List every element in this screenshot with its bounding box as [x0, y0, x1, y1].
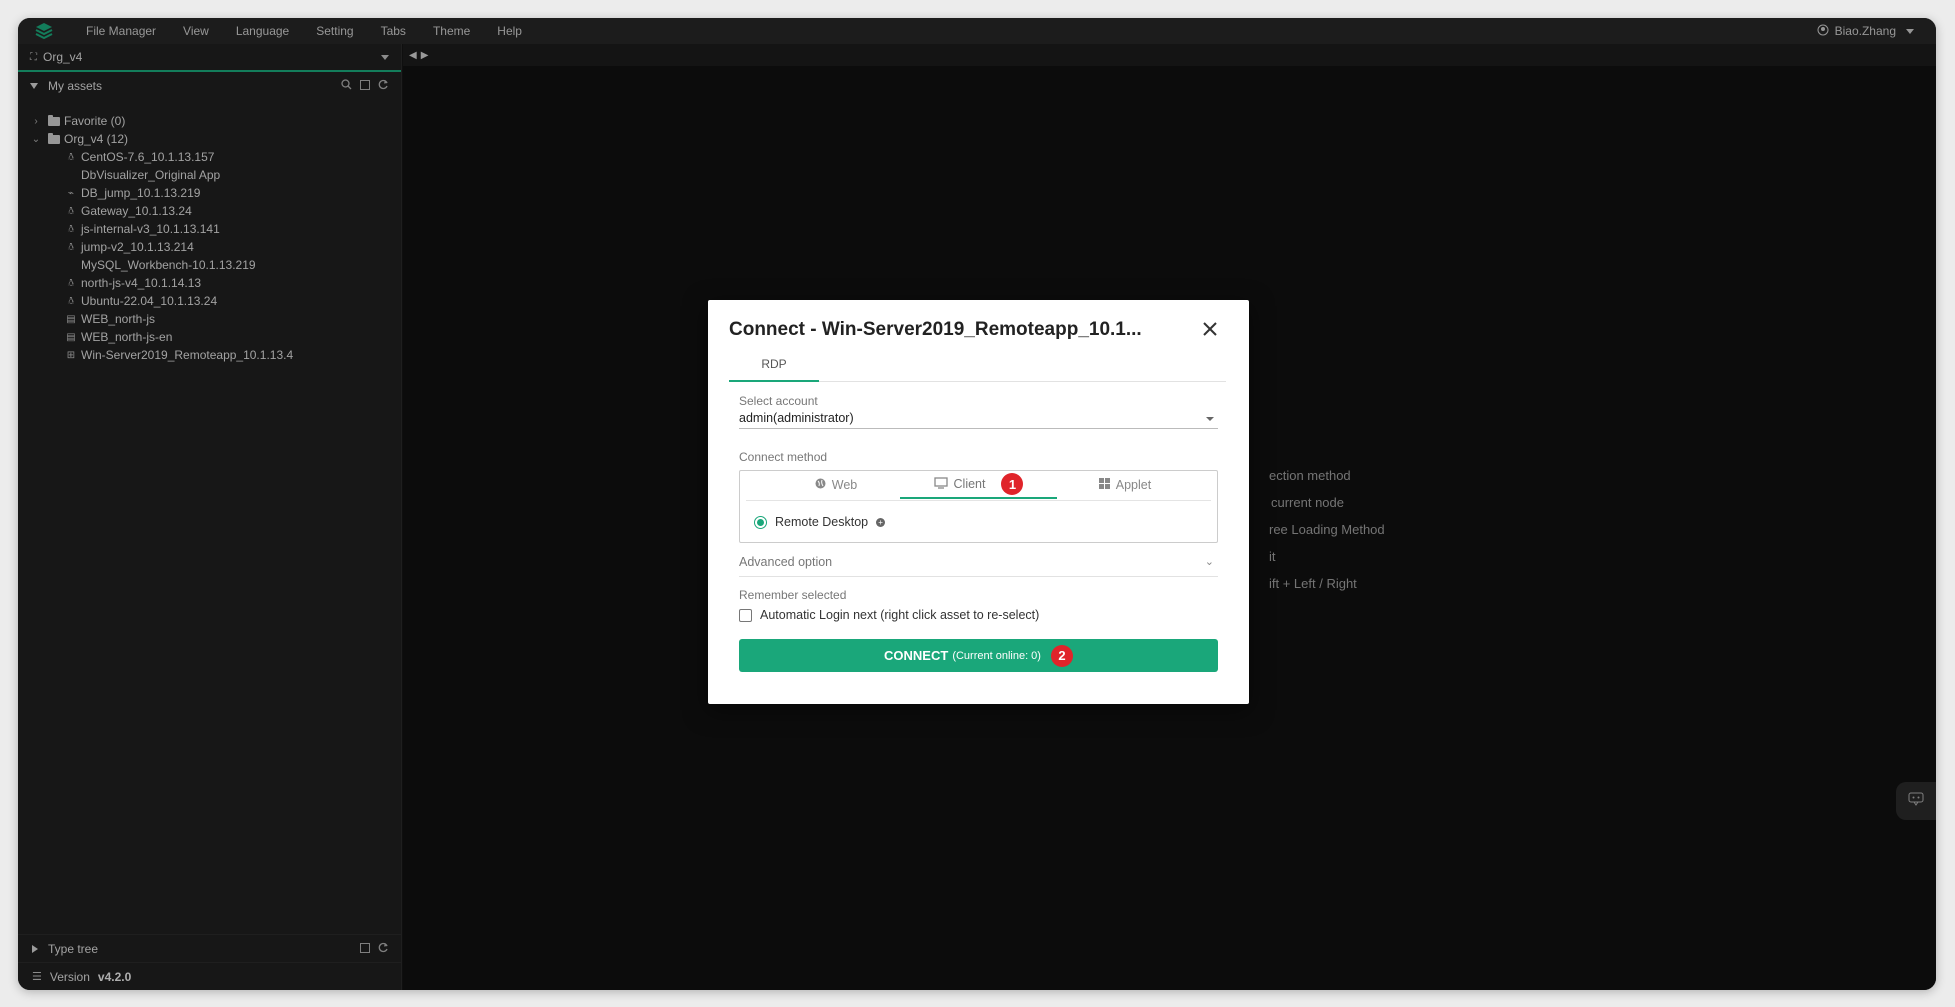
monitor-icon — [933, 476, 948, 492]
connect-button[interactable]: CONNECT (Current online: 0) 2 — [739, 639, 1218, 672]
windows-icon — [1098, 478, 1110, 492]
tab-web-label: Web — [831, 478, 858, 492]
chevron-down-icon: ⌄ — [1204, 556, 1214, 568]
auto-login-label: Automatic Login next (right click asset … — [760, 608, 1040, 622]
tab-client-label: Client — [953, 477, 986, 491]
protocol-tabs: RDP — [729, 357, 1226, 382]
auto-login-option[interactable]: Automatic Login next (right click asset … — [739, 608, 1039, 622]
account-select[interactable]: admin(administrator) — [739, 411, 1218, 429]
tab-web[interactable]: Web — [776, 471, 896, 499]
globe-icon — [815, 478, 826, 492]
dialog-title: Connect - Win-Server2019_Remoteapp_10.1.… — [729, 319, 1142, 340]
method-tabs: Web Client 1 Applet — [740, 471, 1217, 499]
chevron-down-icon — [1206, 417, 1214, 421]
remote-desktop-label: Remote Desktop — [775, 515, 869, 529]
plus-icon[interactable]: + — [876, 517, 886, 527]
account-value: admin(administrator) — [739, 411, 854, 425]
remember-selected-label: Remember selected — [739, 588, 847, 602]
tab-applet-label: Applet — [1115, 478, 1152, 492]
advanced-option-label: Advanced option — [739, 555, 833, 569]
tab-rdp[interactable]: RDP — [729, 357, 819, 382]
connect-dialog: Connect - Win-Server2019_Remoteapp_10.1.… — [708, 300, 1249, 704]
current-online-count: (Current online: 0) — [952, 649, 1041, 662]
tab-applet[interactable]: Applet — [1060, 471, 1190, 499]
connect-method-box: Web Client 1 Applet Remote Desktop + — [739, 470, 1218, 543]
advanced-option-toggle[interactable]: Advanced option ⌄ — [739, 555, 1218, 577]
select-account-label: Select account — [739, 394, 818, 408]
step-badge: 1 — [1001, 473, 1024, 495]
step-badge: 2 — [1050, 644, 1073, 667]
divider — [746, 500, 1211, 501]
close-icon[interactable] — [1201, 320, 1219, 338]
connect-method-label: Connect method — [739, 450, 828, 464]
radio-selected[interactable] — [754, 515, 767, 529]
remote-desktop-option[interactable]: Remote Desktop + — [754, 515, 886, 529]
tab-client[interactable]: Client 1 — [900, 471, 1057, 499]
app-window: File Manager View Language Setting Tabs … — [18, 18, 1936, 990]
auto-login-checkbox[interactable] — [739, 608, 752, 622]
connect-button-label: CONNECT — [884, 648, 949, 663]
